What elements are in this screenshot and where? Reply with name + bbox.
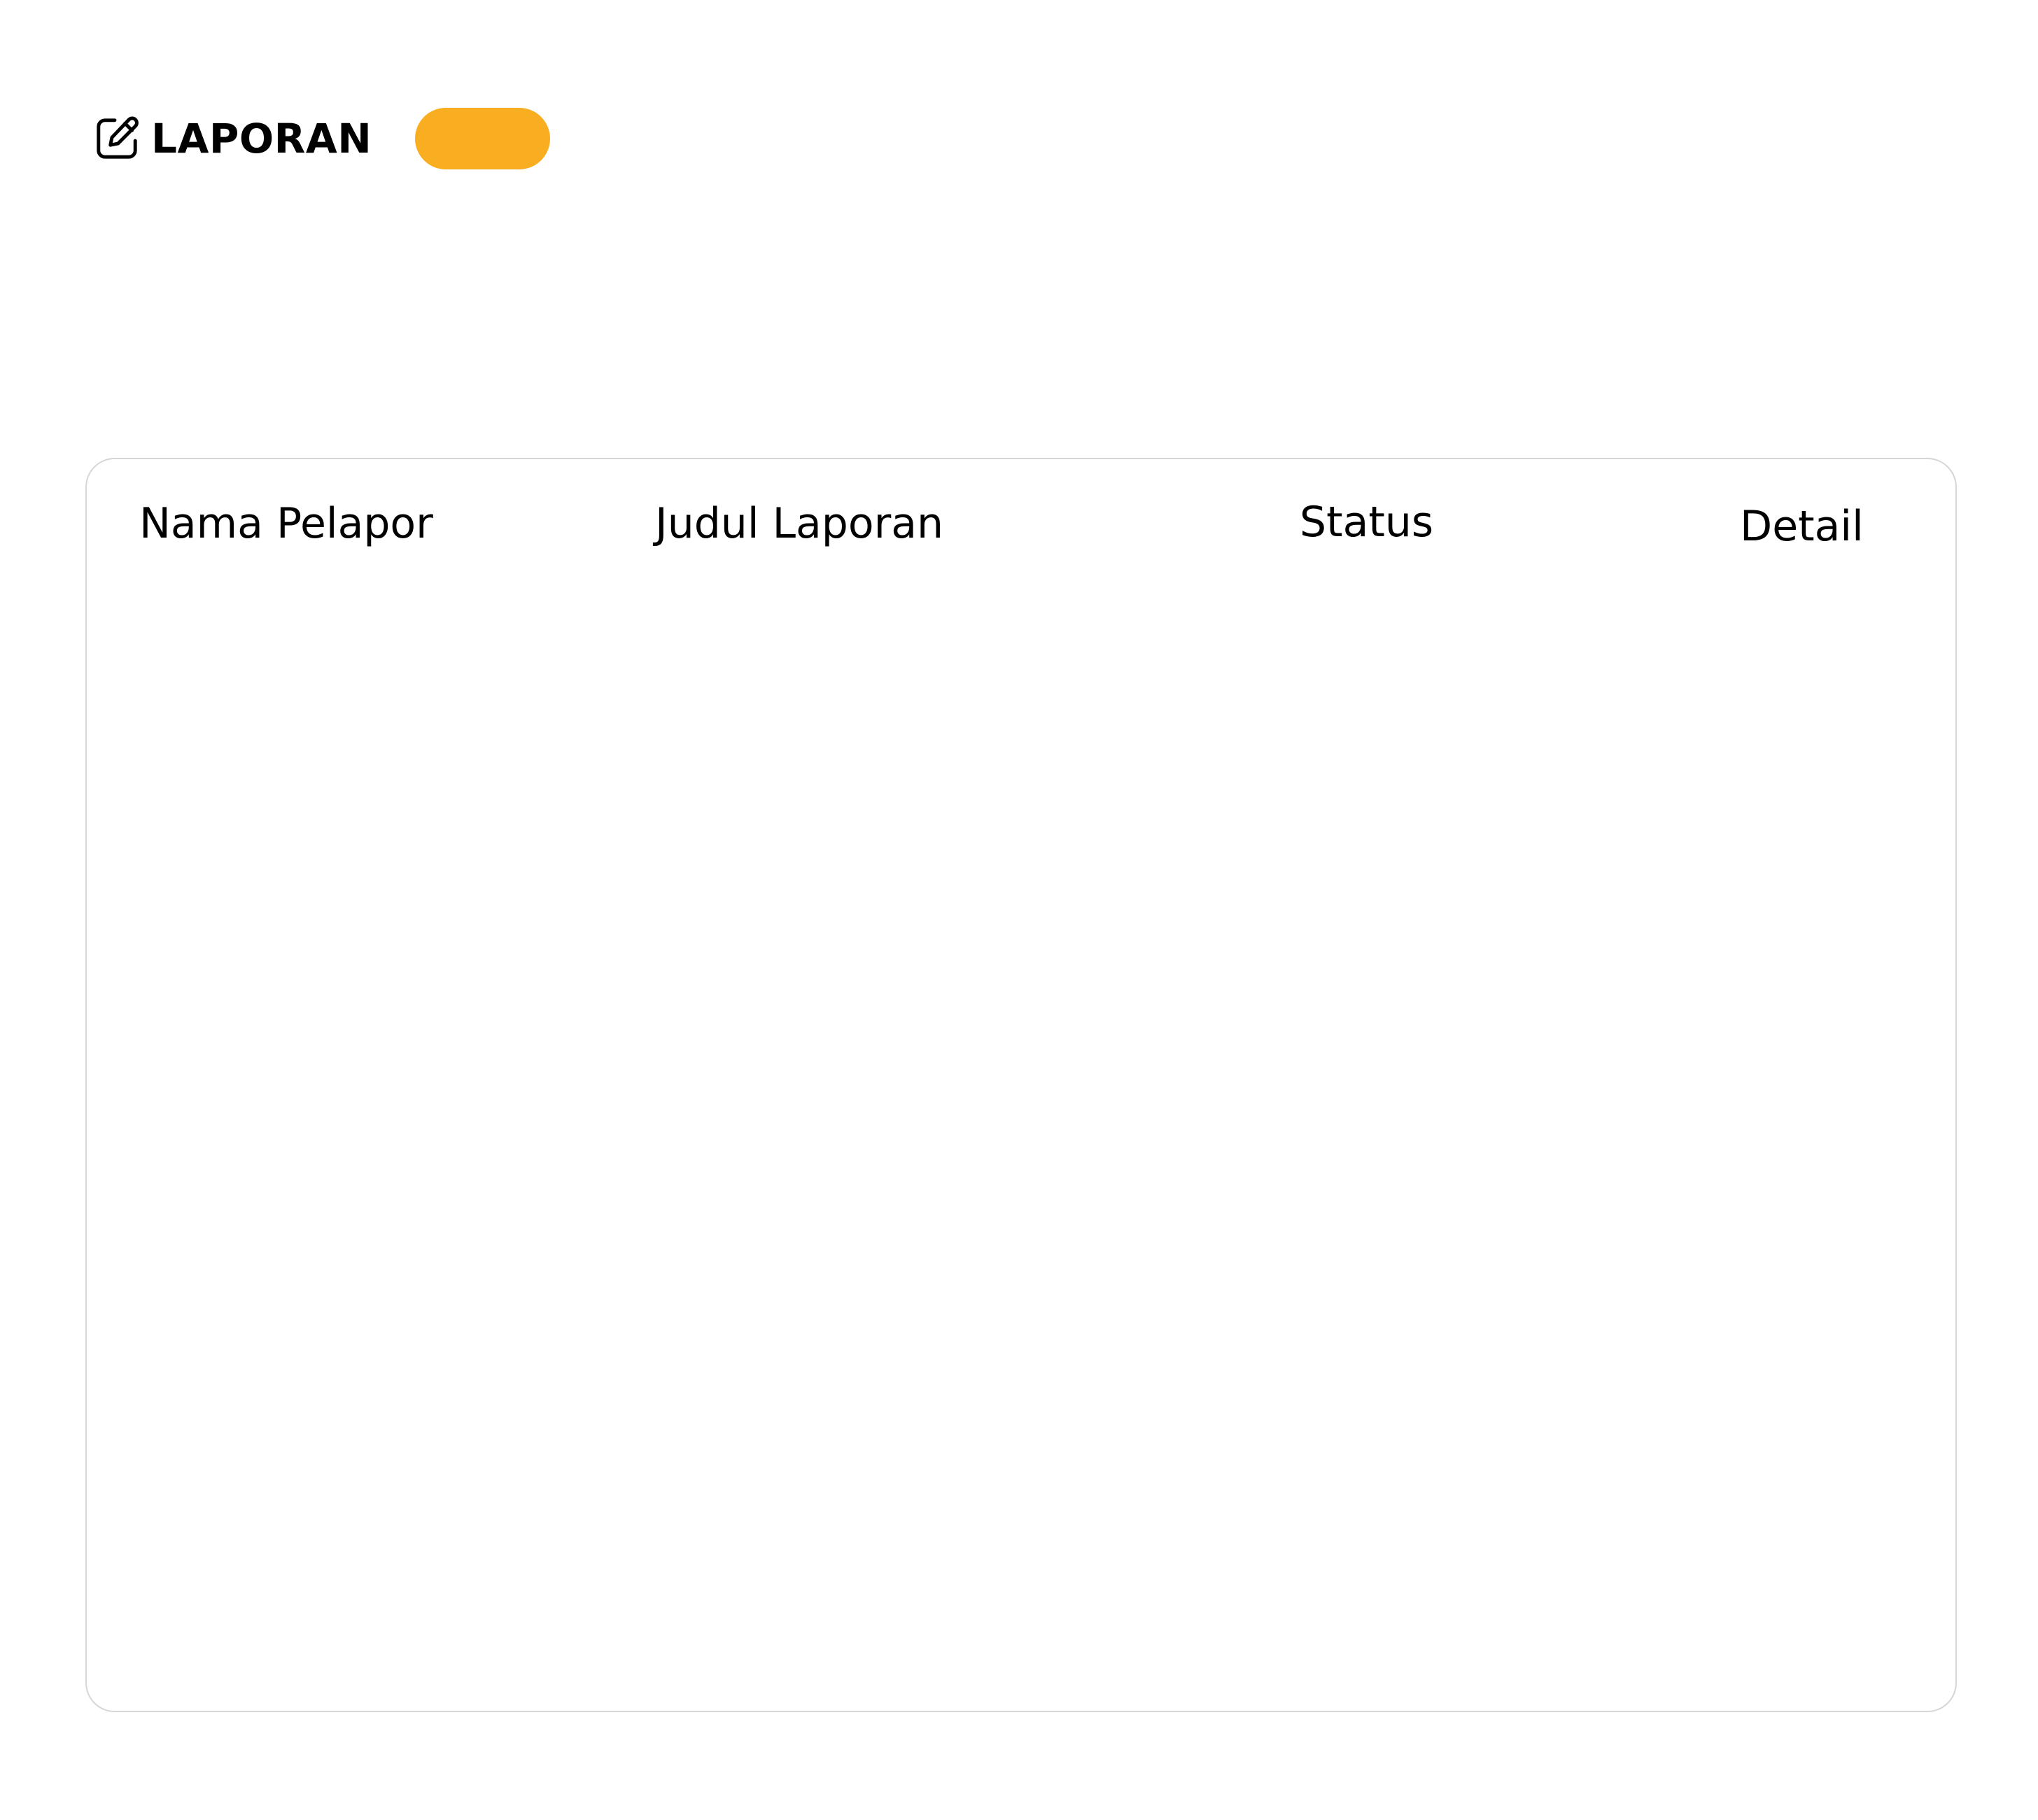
- page-title: LAPORAN: [151, 115, 372, 162]
- report-table: Nama Pelapor Judul Laporan Status Detail: [85, 458, 1957, 1712]
- status-badge[interactable]: [415, 108, 550, 169]
- column-header-status: Status: [1300, 498, 1434, 547]
- edit-icon: [91, 113, 143, 164]
- page-header: LAPORAN: [91, 108, 372, 169]
- column-header-detail: Detail: [1740, 502, 1864, 551]
- column-header-judul-laporan: Judul Laporan: [655, 499, 944, 548]
- column-header-nama-pelapor: Nama Pelapor: [139, 499, 433, 548]
